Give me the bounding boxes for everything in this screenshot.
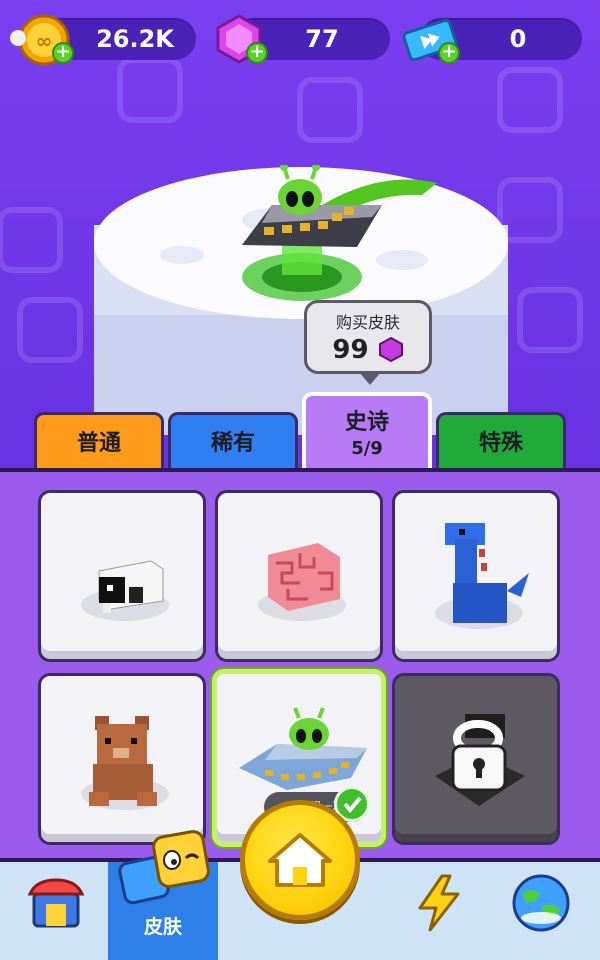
skin-shop-screen: 26.2K ∞ + 77 + 0 + 购买皮肤 99 普通 稀有 史诗 5/9 … bbox=[0, 0, 600, 960]
lightning-icon[interactable] bbox=[412, 872, 468, 934]
add-coins-icon[interactable]: + bbox=[52, 42, 74, 64]
cow-icon bbox=[81, 560, 169, 621]
gem-value: 77 bbox=[305, 25, 339, 53]
tab-common[interactable]: 普通 bbox=[34, 412, 164, 470]
svg-text:∞: ∞ bbox=[36, 29, 53, 53]
brain-icon bbox=[258, 543, 346, 621]
tab-special[interactable]: 特殊 bbox=[436, 412, 566, 470]
skin-card-brain[interactable] bbox=[215, 490, 383, 662]
globe-icon[interactable] bbox=[508, 870, 574, 936]
tab-epic[interactable]: 史诗 5/9 bbox=[302, 392, 432, 472]
dinosaur-icon bbox=[435, 523, 529, 629]
ticket-value: 0 bbox=[509, 25, 527, 53]
nav-skin-label: 皮肤 bbox=[143, 916, 182, 938]
add-tickets-icon[interactable]: + bbox=[438, 42, 460, 64]
skin-card-cow[interactable] bbox=[38, 490, 206, 662]
bear-icon bbox=[81, 716, 169, 810]
lock-icon bbox=[435, 714, 525, 806]
tab-epic-count: 5/9 bbox=[351, 438, 383, 459]
ufo-preview-icon bbox=[242, 165, 382, 247]
skin-card-dino[interactable] bbox=[392, 490, 560, 662]
buy-skin-button[interactable]: 购买皮肤 99 bbox=[304, 300, 432, 385]
home-button[interactable] bbox=[240, 800, 360, 920]
tab-special-label: 特殊 bbox=[478, 431, 523, 456]
skin-card-bear[interactable] bbox=[38, 673, 206, 845]
buy-price: 99 bbox=[332, 335, 369, 365]
tab-common-label: 普通 bbox=[76, 431, 121, 456]
home-icon bbox=[268, 833, 332, 887]
shop-icon[interactable] bbox=[26, 874, 86, 934]
tab-epic-label: 史诗 bbox=[344, 410, 389, 435]
coin-value: 26.2K bbox=[96, 25, 174, 53]
skin-card-locked[interactable] bbox=[392, 673, 560, 845]
tab-rare[interactable]: 稀有 bbox=[168, 412, 298, 470]
skin-icon bbox=[118, 830, 210, 905]
tab-rare-label: 稀有 bbox=[210, 431, 255, 456]
add-gems-icon[interactable]: + bbox=[246, 42, 268, 64]
buy-title: 购买皮肤 bbox=[335, 313, 400, 332]
record-dot-icon bbox=[10, 30, 26, 46]
gem-icon bbox=[378, 336, 403, 363]
buy-price-row: 99 bbox=[307, 335, 429, 365]
